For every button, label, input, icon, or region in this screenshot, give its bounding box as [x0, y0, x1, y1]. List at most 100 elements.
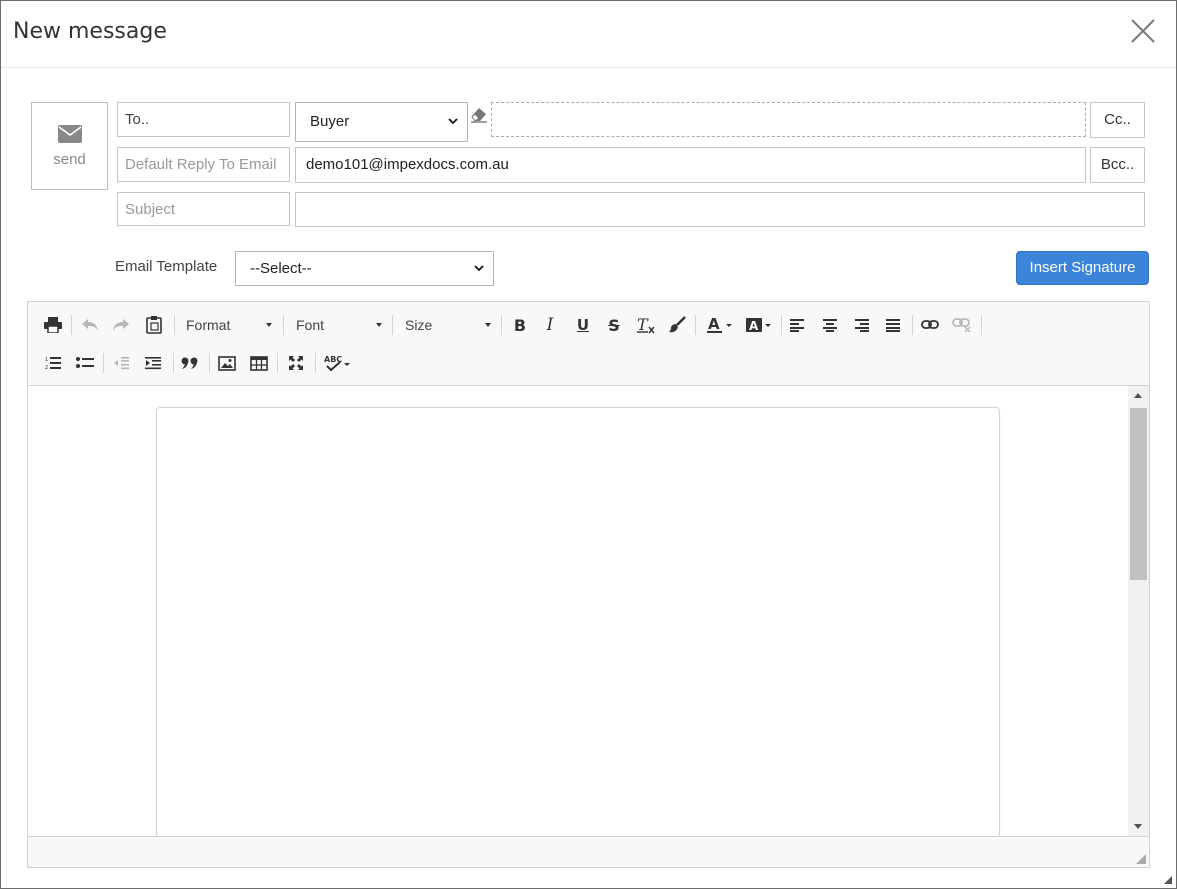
underline-icon: U: [576, 316, 590, 334]
outdent-icon: [114, 357, 129, 370]
strikethrough-icon: S: [608, 315, 620, 335]
recipient-type-select[interactable]: Buyer: [295, 102, 468, 142]
quote-icon: [181, 357, 198, 369]
dialog-header: New message: [1, 1, 1176, 68]
scroll-down-arrow-icon[interactable]: [1134, 824, 1142, 829]
editor-content-area[interactable]: [28, 386, 1128, 836]
caret-down-icon: [376, 323, 382, 327]
font-dropdown[interactable]: Font: [296, 313, 382, 337]
toolbar-separator: [315, 353, 316, 373]
format-label: Format: [186, 317, 231, 333]
editor-scrollbar[interactable]: [1128, 386, 1149, 836]
indent-icon: [145, 357, 161, 370]
blockquote-button[interactable]: [178, 351, 202, 375]
new-message-dialog: New message send To.. Buyer Cc.. Default…: [0, 0, 1177, 889]
chevron-down-icon: [474, 264, 484, 271]
toolbar-separator: [209, 353, 210, 373]
text-color-icon: A: [707, 316, 732, 333]
cc-button[interactable]: Cc..: [1090, 102, 1145, 138]
to-button[interactable]: To..: [117, 102, 290, 137]
maximize-button[interactable]: [284, 351, 308, 375]
toolbar-separator: [981, 315, 982, 335]
undo-icon: [82, 319, 98, 331]
bold-icon: B: [513, 315, 527, 335]
underline-button[interactable]: U: [571, 313, 595, 337]
subject-label: Subject: [117, 192, 290, 226]
align-left-icon: [790, 319, 804, 332]
size-dropdown[interactable]: Size: [405, 313, 491, 337]
toolbar-separator: [283, 315, 284, 335]
copy-format-button[interactable]: [665, 313, 689, 337]
unlink-icon: [952, 318, 971, 333]
toolbar-separator: [501, 315, 502, 335]
insert-link-button[interactable]: [918, 313, 942, 337]
text-color-button[interactable]: A: [705, 313, 735, 337]
background-color-button[interactable]: A: [744, 313, 774, 337]
justify-icon: [886, 319, 900, 332]
redo-button[interactable]: [109, 313, 133, 337]
email-template-value: --Select--: [250, 260, 312, 277]
decrease-indent-button[interactable]: [109, 351, 133, 375]
insert-table-button[interactable]: [247, 351, 271, 375]
recipient-type-value: Buyer: [310, 113, 350, 130]
size-label: Size: [405, 317, 433, 333]
reply-to-label: Default Reply To Email: [117, 147, 290, 182]
format-dropdown[interactable]: Format: [186, 313, 272, 337]
insert-image-button[interactable]: [215, 351, 239, 375]
align-left-button[interactable]: [786, 313, 810, 337]
spellcheck-button[interactable]: ABC: [322, 351, 354, 375]
justify-button[interactable]: [881, 313, 905, 337]
unlink-button[interactable]: [950, 313, 974, 337]
bullet-list-button[interactable]: [73, 351, 97, 375]
message-editor: Format Font Size B I U S T A A 1 2 ABC: [27, 301, 1150, 868]
numbered-list-icon: 1 2: [45, 357, 61, 370]
email-template-select[interactable]: --Select--: [235, 251, 494, 286]
paintbrush-icon: [669, 316, 686, 333]
increase-indent-button[interactable]: [141, 351, 165, 375]
close-button[interactable]: [1127, 15, 1159, 47]
svg-text:1: 1: [45, 357, 48, 363]
print-icon: [44, 317, 62, 333]
svg-text:2: 2: [45, 365, 48, 370]
strikethrough-button[interactable]: S: [602, 313, 626, 337]
envelope-icon: [58, 125, 82, 143]
send-button[interactable]: send: [31, 102, 108, 190]
font-label: Font: [296, 317, 325, 333]
bullet-list-icon: [76, 357, 94, 368]
align-right-button[interactable]: [849, 313, 873, 337]
toolbar-separator: [912, 315, 913, 335]
close-icon: [1131, 19, 1155, 43]
align-right-icon: [855, 319, 869, 332]
subject-field[interactable]: [295, 192, 1145, 227]
caret-down-icon: [266, 323, 272, 327]
editor-page[interactable]: [156, 407, 1000, 836]
to-recipients-field[interactable]: [491, 102, 1086, 137]
svg-text:A: A: [708, 316, 720, 333]
remove-format-button[interactable]: T: [634, 313, 658, 337]
toolbar-separator: [71, 315, 72, 335]
print-button[interactable]: [41, 313, 65, 337]
table-icon: [250, 355, 268, 371]
undo-button[interactable]: [78, 313, 102, 337]
insert-signature-button[interactable]: Insert Signature: [1016, 251, 1149, 285]
scroll-thumb[interactable]: [1130, 408, 1147, 580]
toolbar-separator: [277, 353, 278, 373]
reply-to-email-field[interactable]: demo101@impexdocs.com.au: [295, 147, 1086, 183]
resize-grip-icon[interactable]: [1135, 853, 1147, 865]
bold-button[interactable]: B: [508, 313, 532, 337]
scroll-up-arrow-icon[interactable]: [1134, 393, 1142, 398]
numbered-list-button[interactable]: 1 2: [41, 351, 65, 375]
toolbar-separator: [173, 353, 174, 373]
clear-recipients-button[interactable]: [469, 105, 489, 128]
align-center-button[interactable]: [818, 313, 842, 337]
dialog-resize-grip-icon[interactable]: [1163, 875, 1173, 885]
italic-icon: I: [546, 315, 554, 335]
eraser-icon: [471, 108, 487, 123]
bcc-button[interactable]: Bcc..: [1090, 147, 1145, 183]
toolbar-separator: [174, 315, 175, 335]
paste-word-button[interactable]: [142, 313, 166, 337]
svg-text:A: A: [749, 319, 759, 333]
italic-button[interactable]: I: [538, 313, 562, 337]
image-icon: [218, 355, 236, 371]
toolbar-separator: [781, 315, 782, 335]
